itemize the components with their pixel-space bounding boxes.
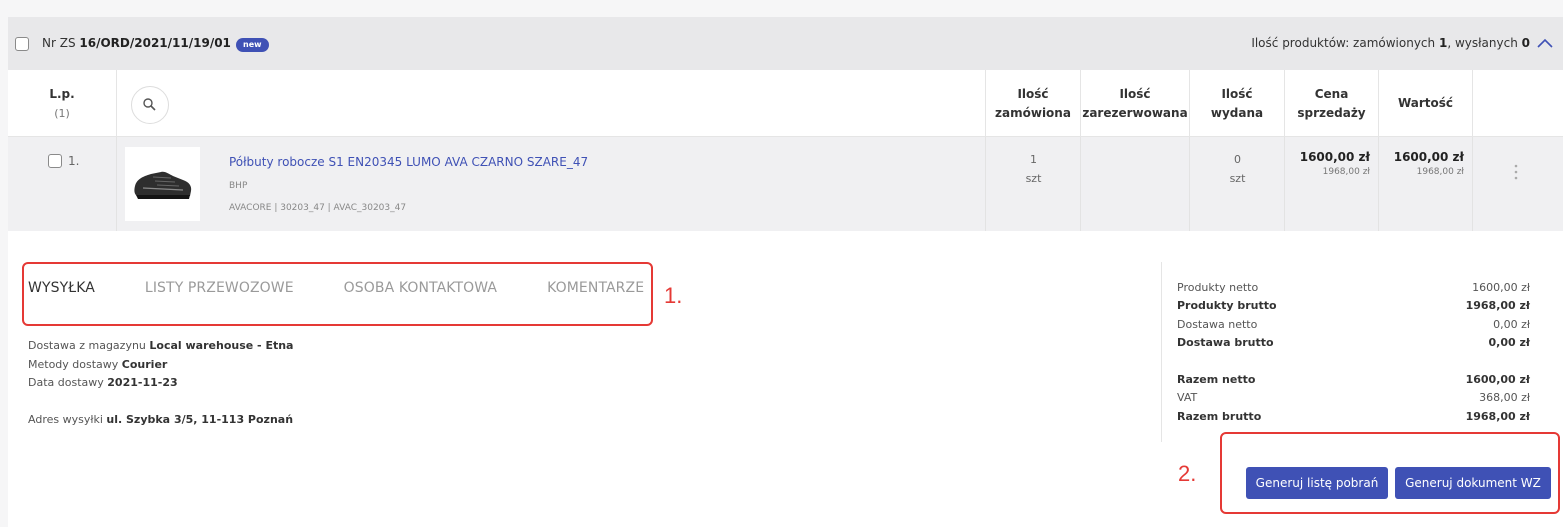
order-select-checkbox[interactable] [15,37,29,51]
order-number: Nr ZS 16/ORD/2021/11/19/01 [42,36,231,50]
status-badge: new [236,38,269,52]
summary-delivery-net: Dostawa netto 0,00 zł [1177,318,1530,331]
product-image[interactable] [125,147,200,221]
cell-qty-ordered: 1 szt [985,137,1080,231]
shipping-warehouse: Dostawa z magazynu Local warehouse - Etn… [28,339,294,352]
product-count: Ilość produktów: zamówionych 1, wysłanyc… [1251,36,1530,50]
product-category: BHP [229,181,248,191]
shoe-icon [133,171,191,199]
header-lp: L.p. (1) [49,86,75,120]
cell-qty-reserved [1080,137,1189,231]
annotation-label-1: 1. [664,283,683,308]
summary-total-net: Razem netto 1600,00 zł [1177,373,1530,386]
qty-issued-value: 0 [1234,153,1241,166]
more-options-icon[interactable] [1513,163,1519,181]
product-codes: AVACORE | 30203_47 | AVAC_30203_47 [229,203,407,213]
col-divider [116,137,117,231]
header-value: Wartość [1378,70,1472,137]
header-price: Cena sprzedaży [1284,70,1378,137]
value-net: 1600,00 zł [1393,150,1464,164]
shipping-address: Adres wysyłki ul. Szybka 3/5, 11-113 Poz… [28,413,294,426]
cell-actions [1472,137,1563,231]
generate-picklist-button[interactable]: Generuj listę pobrań [1246,467,1388,499]
table-row: 1. Półbuty robocze S1 EN20345 LUMO AVA C… [8,137,1563,231]
annotation-label-2: 2. [1178,461,1197,486]
generate-wz-button[interactable]: Generuj dokument WZ [1395,467,1551,499]
summary-products-gross: Produkty brutto 1968,00 zł [1177,299,1530,312]
annotation-box-1 [22,262,653,326]
order-header: Nr ZS 16/ORD/2021/11/19/01 new Ilość pro… [8,17,1563,70]
summary-products-net: Produkty netto 1600,00 zł [1177,281,1530,294]
shipping-method: Metody dostawy Courier [28,358,168,371]
table-header: L.p. (1) Ilość zamówiona Ilość zarezerwowa… [8,70,1563,137]
price-net: 1600,00 zł [1299,150,1370,164]
order-summary: Produkty netto 1600,00 zł Produkty brutto… [1161,262,1530,442]
chevron-up-icon[interactable] [1537,37,1553,49]
cell-price: 1600,00 zł 1968,00 zł [1284,137,1378,231]
header-qty-issued: Ilość wydana [1189,70,1284,137]
header-actions [1472,70,1563,137]
header-qty-ordered: Ilość zamówiona [985,70,1080,137]
cell-qty-issued: 0 szt [1189,137,1284,231]
search-icon [143,98,156,111]
qty-ordered-value: 1 [1030,153,1037,166]
search-button[interactable] [131,86,169,124]
cell-value: 1600,00 zł 1968,00 zł [1378,137,1472,231]
qty-ordered-unit: szt [1025,172,1042,185]
summary-vat: VAT 368,00 zł [1177,391,1530,404]
qty-issued-unit: szt [1229,172,1246,185]
product-name-link[interactable]: Półbuty robocze S1 EN20345 LUMO AVA CZAR… [229,155,588,169]
header-product [116,70,985,137]
shipping-date: Data dostawy 2021-11-23 [28,376,178,389]
header-qty-reserved: Ilość zarezerwowana [1080,70,1189,137]
row-select-checkbox[interactable] [48,154,62,168]
summary-delivery-gross: Dostawa brutto 0,00 zł [1177,336,1530,349]
summary-total-gross: Razem brutto 1968,00 zł [1177,410,1530,423]
value-gross: 1968,00 zł [1416,167,1464,177]
row-number: 1. [68,154,80,168]
price-gross: 1968,00 zł [1322,167,1370,177]
